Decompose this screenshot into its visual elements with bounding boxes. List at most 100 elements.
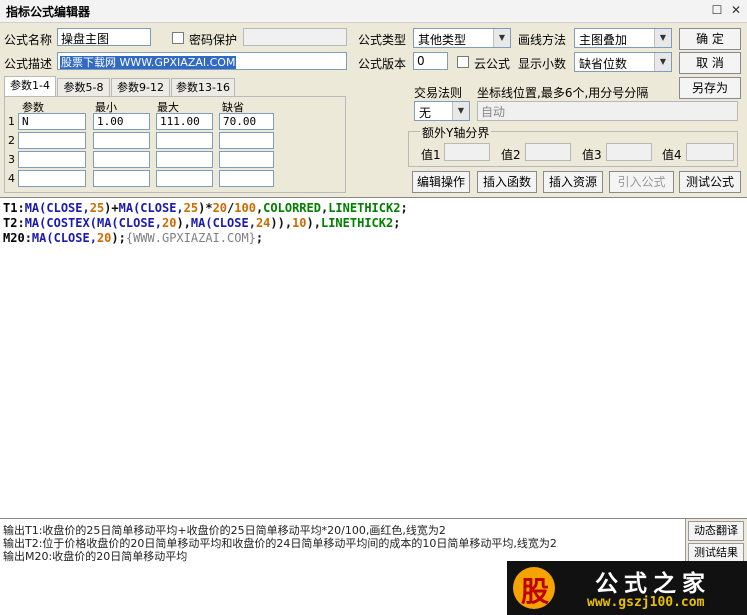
param-min-cell[interactable] [93, 151, 150, 168]
tab-params-13-16[interactable]: 参数13-16 [171, 78, 235, 96]
code-token: M20 [3, 231, 25, 245]
code-token: )), [270, 216, 293, 230]
formula-desc-label: 公式描述 [4, 57, 53, 71]
formula-version-input[interactable]: 0 [413, 52, 448, 70]
param-max-cell[interactable]: 111.00 [156, 113, 213, 130]
output-line: 输出M20:收盘价的20日简单移动平均 [3, 550, 188, 563]
decimal-value: 缺省位数 [579, 57, 628, 71]
code-token: : [17, 201, 25, 215]
code-token: : [24, 231, 32, 245]
password-checkbox[interactable] [172, 32, 184, 44]
close-icon[interactable]: ✕ [729, 4, 743, 18]
param-row-number: 2 [8, 134, 15, 147]
param-min-cell[interactable]: 1.00 [93, 113, 150, 130]
param-row-number: 4 [8, 172, 15, 185]
param-default-cell[interactable] [219, 170, 274, 187]
param-name-cell[interactable] [18, 151, 86, 168]
cloud-formula-label: 云公式 [474, 57, 511, 71]
code-token: MA [31, 231, 47, 245]
code-token: MA [24, 201, 40, 215]
code-token: ; [400, 201, 408, 215]
code-token: 20 [162, 216, 177, 230]
decimal-label: 显示小数 [518, 57, 567, 71]
param-name-cell[interactable]: N [18, 113, 86, 130]
yaxis-v4-input[interactable] [686, 143, 734, 161]
code-token: 25 [183, 201, 199, 215]
dynamic-translate-button[interactable]: 动态翻译 [688, 521, 744, 541]
formula-type-label: 公式类型 [358, 33, 407, 47]
formula-name-label: 公式名称 [4, 33, 53, 47]
yaxis-v2-input[interactable] [525, 143, 571, 161]
code-token: 20 [212, 201, 228, 215]
tab-params-9-12[interactable]: 参数9-12 [111, 78, 170, 96]
formula-desc-input[interactable]: 股票下载网 WWW.GPXIAZAI.COM [57, 52, 347, 70]
code-token: COLORRED [263, 201, 321, 215]
formula-name-input[interactable]: 操盘主图 [57, 28, 151, 46]
edit-operation-button[interactable]: 编辑操作 [412, 171, 470, 193]
test-formula-button[interactable]: 测试公式 [679, 171, 741, 193]
code-token: MA [96, 216, 112, 230]
param-default-cell[interactable]: 70.00 [219, 113, 274, 130]
draw-method-value: 主图叠加 [579, 33, 628, 47]
yaxis-v3-input[interactable] [606, 143, 652, 161]
password-input[interactable] [243, 28, 347, 46]
code-line-1: T1:MA(CLOSE,25)+MA(CLOSE,25)*20/100,COLO… [3, 201, 408, 215]
param-min-cell[interactable] [93, 132, 150, 149]
code-token: )+ [104, 201, 119, 215]
coord-input[interactable]: 自动 [477, 101, 738, 121]
code-token: ; [393, 216, 401, 230]
formula-type-value: 其他类型 [418, 33, 467, 47]
test-result-button[interactable]: 测试结果 [688, 543, 744, 563]
title-bar: 指标公式编辑器 ☐ ✕ [0, 0, 747, 23]
insert-function-button[interactable]: 插入函数 [477, 171, 537, 193]
trade-rule-value: 无 [419, 106, 432, 120]
param-default-cell[interactable] [219, 132, 274, 149]
restore-icon[interactable]: ☐ [710, 4, 724, 18]
ok-button[interactable]: 确 定 [679, 28, 741, 50]
yaxis-v3-label: 值3 [582, 148, 602, 162]
insert-resource-button[interactable]: 插入资源 [543, 171, 603, 193]
formula-type-select[interactable]: 其他类型 ▼ [413, 28, 511, 48]
param-default-cell[interactable] [219, 151, 274, 168]
yaxis-v4-label: 值4 [662, 148, 682, 162]
cancel-button[interactable]: 取 消 [679, 52, 741, 74]
param-row-number: 3 [8, 153, 15, 166]
tab-params-5-8[interactable]: 参数5-8 [57, 78, 110, 96]
code-token: (CLOSE, [111, 216, 162, 230]
param-max-cell[interactable] [156, 151, 213, 168]
import-formula-button[interactable]: 引入公式 [609, 171, 674, 193]
param-max-cell[interactable] [156, 170, 213, 187]
password-label: 密码保护 [189, 33, 238, 47]
code-editor[interactable]: T1:MA(CLOSE,25)+MA(CLOSE,25)*20/100,COLO… [0, 197, 747, 519]
trade-rule-label: 交易法则 [414, 86, 463, 100]
tab-params-1-4[interactable]: 参数1-4 [4, 76, 56, 97]
yaxis-v1-input[interactable] [444, 143, 490, 161]
trade-rule-select[interactable]: 无 ▼ [414, 101, 470, 121]
code-token: ( [89, 216, 97, 230]
code-token: T2 [3, 216, 18, 230]
logo-url: www.gszj100.com [587, 595, 705, 610]
cloud-formula-checkbox[interactable] [457, 56, 469, 68]
code-token: 100 [234, 201, 256, 215]
chevron-down-icon: ▼ [654, 53, 671, 71]
code-line-3: M20:MA(CLOSE,20);{WWW.GPXIAZAI.COM}; [3, 231, 263, 245]
param-name-cell[interactable] [18, 132, 86, 149]
code-token: (CLOSE, [39, 201, 90, 215]
code-token: 25 [89, 201, 105, 215]
window-title: 指标公式编辑器 [6, 5, 91, 19]
code-token: MA [118, 201, 134, 215]
coord-label: 坐标线位置,最多6个,用分号分隔 [477, 86, 649, 100]
param-name-cell[interactable] [18, 170, 86, 187]
code-token: (CLOSE, [46, 231, 97, 245]
chevron-down-icon: ▼ [654, 29, 671, 47]
code-token: 24 [255, 216, 271, 230]
code-token: ; [255, 231, 264, 245]
decimal-select[interactable]: 缺省位数 ▼ [574, 52, 672, 72]
draw-method-select[interactable]: 主图叠加 ▼ [574, 28, 672, 48]
param-max-cell[interactable] [156, 132, 213, 149]
save-as-button[interactable]: 另存为 [679, 77, 741, 99]
param-min-cell[interactable] [93, 170, 150, 187]
code-token: ), [176, 216, 191, 230]
code-token: COSTEX [46, 216, 90, 230]
code-token: 10 [292, 216, 307, 230]
